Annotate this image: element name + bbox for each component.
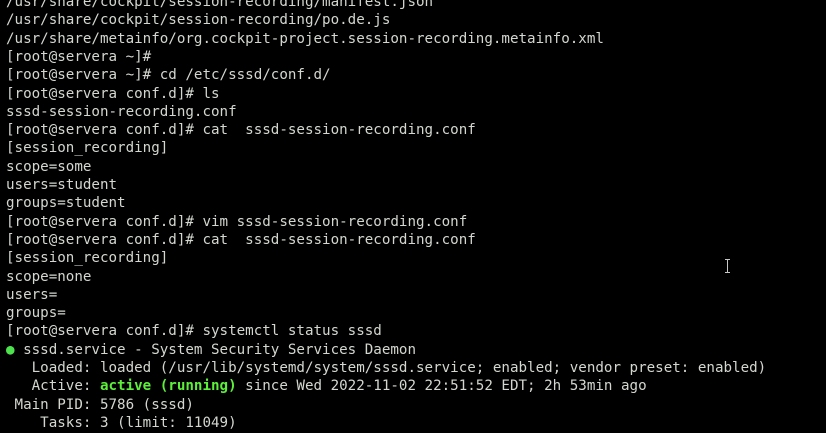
service-main-pid-line: Main PID: 5786 (sssd): [6, 396, 194, 413]
terminal-line: scope=some: [6, 158, 92, 175]
service-unit-text: sssd.service - System Security Services …: [14, 341, 417, 358]
active-label: Active:: [6, 378, 100, 395]
terminal-line: scope=none: [6, 268, 92, 285]
terminal-line: groups=: [6, 305, 66, 322]
terminal-line: /usr/share/cockpit/session-recording/man…: [6, 0, 434, 10]
active-since: since Wed 2022-11-02 22:51:52 EDT; 2h 53…: [236, 378, 647, 395]
status-bullet-icon: ●: [6, 341, 15, 358]
terminal-line: sssd-session-recording.conf: [6, 103, 237, 120]
terminal-line: users=: [6, 286, 58, 303]
terminal-line: [root@servera ~]# cd /etc/sssd/conf.d/: [6, 67, 331, 84]
terminal-line: groups=student: [6, 195, 126, 212]
terminal-line: /usr/share/metainfo/org.cockpit-project.…: [6, 30, 604, 47]
terminal-line: [root@servera conf.d]# vim sssd-session-…: [6, 213, 468, 230]
active-state: active (running): [99, 378, 237, 395]
terminal-window[interactable]: /usr/share/cockpit/session-recording/man…: [0, 0, 826, 433]
service-loaded-line: Loaded: loaded (/usr/lib/systemd/system/…: [6, 360, 767, 376]
terminal-line: [root@servera conf.d]# cat sssd-session-…: [6, 231, 476, 248]
terminal-line: /usr/share/cockpit/session-recording/po.…: [6, 12, 391, 29]
text-cursor-icon: [724, 258, 732, 274]
service-tasks-line: Tasks: 3 (limit: 11049): [6, 414, 237, 431]
service-active-line: Active: active (running) since Wed 2022-…: [6, 377, 647, 395]
terminal-line: [root@servera conf.d]# ls: [6, 85, 220, 102]
terminal-line: [root@servera conf.d]# cat sssd-session-…: [6, 122, 476, 139]
terminal-line: [root@servera ~]#: [6, 48, 152, 65]
terminal-line: [session_recording]: [6, 250, 169, 267]
terminal-line: users=student: [6, 177, 118, 193]
terminal-line: [root@servera conf.d]# systemctl status …: [6, 323, 382, 340]
terminal-line: [session_recording]: [6, 140, 169, 157]
service-unit-line: ● sssd.service - System Security Service…: [6, 341, 416, 359]
